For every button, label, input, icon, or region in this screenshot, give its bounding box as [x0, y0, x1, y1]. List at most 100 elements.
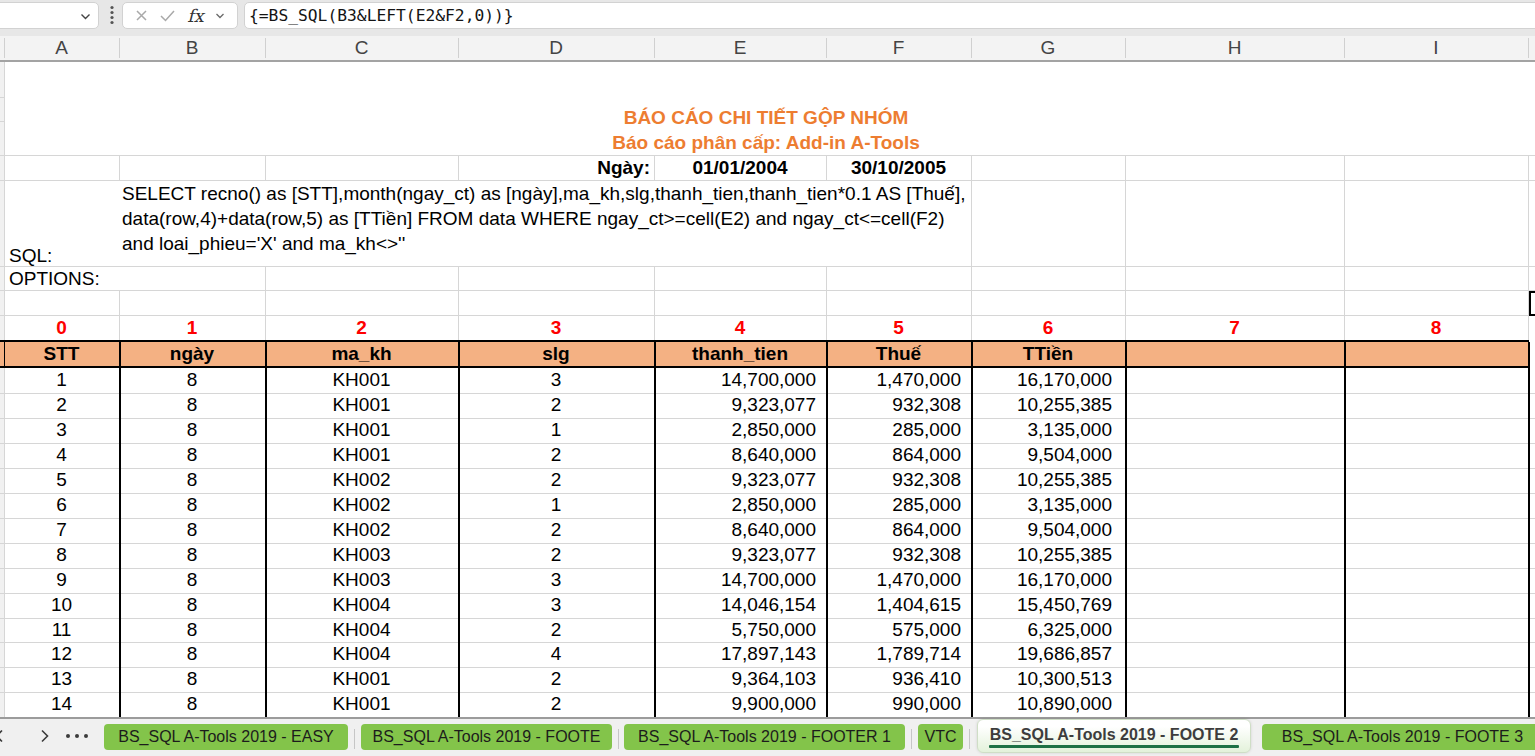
sheet-tab[interactable]: BS_SQL A-Tools 2019 - EASY: [104, 724, 348, 750]
table-cell[interactable]: 17,897,143: [654, 642, 816, 667]
table-cell[interactable]: 8: [119, 443, 265, 468]
sheet-area[interactable]: BÁO CÁO CHI TIẾT GỘP NHÓM Báo cáo phân c…: [0, 62, 1535, 717]
table-header-cell[interactable]: slg: [458, 342, 654, 366]
table-cell[interactable]: 8: [119, 418, 265, 443]
table-cell[interactable]: 1,470,000: [826, 368, 961, 393]
table-cell[interactable]: 8: [119, 493, 265, 518]
column-index-cell[interactable]: 1: [119, 315, 265, 340]
table-cell[interactable]: 864,000: [826, 518, 961, 543]
table-cell[interactable]: 14,700,000: [654, 568, 816, 593]
table-cell[interactable]: 9,323,077: [654, 393, 816, 418]
column-index-cell[interactable]: 3: [458, 315, 654, 340]
sheet-tab-active[interactable]: BS_SQL A-Tools 2019 - FOOTE 2: [977, 719, 1251, 753]
column-index-cell[interactable]: 6: [971, 315, 1125, 340]
table-cell[interactable]: 3: [458, 368, 654, 393]
table-cell[interactable]: 4: [4, 443, 119, 468]
table-cell[interactable]: KH001: [265, 418, 458, 443]
table-cell[interactable]: KH002: [265, 518, 458, 543]
table-header-cell[interactable]: ngày: [119, 342, 265, 366]
column-header-G[interactable]: G: [971, 36, 1125, 60]
table-cell[interactable]: 1: [458, 493, 654, 518]
column-index-cell[interactable]: 0: [4, 315, 119, 340]
prev-sheet-icon[interactable]: [0, 728, 8, 744]
table-cell[interactable]: 9,364,103: [654, 667, 816, 692]
table-cell[interactable]: 10,890,000: [971, 692, 1112, 717]
column-header-C[interactable]: C: [265, 36, 458, 60]
table-cell[interactable]: 6: [4, 493, 119, 518]
table-cell[interactable]: 1: [458, 418, 654, 443]
table-cell[interactable]: 12: [4, 642, 119, 667]
table-cell[interactable]: 3: [458, 568, 654, 593]
table-cell[interactable]: 2: [458, 543, 654, 568]
table-cell[interactable]: 990,000: [826, 692, 961, 717]
table-cell[interactable]: 2: [458, 443, 654, 468]
table-cell[interactable]: 14,700,000: [654, 368, 816, 393]
date-to-cell[interactable]: 30/10/2005: [826, 155, 971, 180]
report-subtitle[interactable]: Báo cáo phân cấp: Add-in A-Tools: [0, 134, 1532, 152]
name-box-chevron-icon[interactable]: [79, 10, 92, 23]
column-header-I[interactable]: I: [1344, 36, 1528, 60]
table-cell[interactable]: 3: [4, 418, 119, 443]
column-index-cell[interactable]: 5: [826, 315, 971, 340]
table-cell[interactable]: 864,000: [826, 443, 961, 468]
sheet-tab[interactable]: BS_SQL A-Tools 2019 - FOOTER 1: [624, 724, 905, 750]
table-cell[interactable]: 8: [119, 618, 265, 643]
table-cell[interactable]: KH004: [265, 642, 458, 667]
table-cell[interactable]: 8: [119, 468, 265, 493]
table-cell[interactable]: 14: [4, 692, 119, 717]
table-cell[interactable]: KH001: [265, 443, 458, 468]
date-from-cell[interactable]: 01/01/2004: [654, 155, 826, 180]
table-cell[interactable]: 19,686,857: [971, 642, 1112, 667]
table-cell[interactable]: 3: [458, 593, 654, 618]
table-header-cell[interactable]: STT: [4, 342, 119, 366]
table-cell[interactable]: 9,504,000: [971, 443, 1112, 468]
table-cell[interactable]: 285,000: [826, 418, 961, 443]
enter-icon[interactable]: [159, 8, 176, 23]
table-cell[interactable]: 7: [4, 518, 119, 543]
table-cell[interactable]: 15,450,769: [971, 593, 1112, 618]
column-header-H[interactable]: H: [1125, 36, 1344, 60]
active-cell-selection[interactable]: [1529, 291, 1535, 316]
all-sheets-icon[interactable]: [64, 732, 90, 740]
date-label-cell[interactable]: Ngày:: [458, 155, 650, 180]
table-cell[interactable]: 9,504,000: [971, 518, 1112, 543]
table-cell[interactable]: 8: [119, 593, 265, 618]
table-cell[interactable]: 1,470,000: [826, 568, 961, 593]
table-cell[interactable]: 8,640,000: [654, 443, 816, 468]
table-cell[interactable]: KH001: [265, 692, 458, 717]
table-cell[interactable]: 8: [119, 692, 265, 717]
table-cell[interactable]: 936,410: [826, 667, 961, 692]
table-cell[interactable]: 8: [119, 393, 265, 418]
sheet-tab[interactable]: BS_SQL A-Tools 2019 - FOOTE: [361, 724, 612, 750]
column-header-D[interactable]: D: [458, 36, 654, 60]
table-cell[interactable]: 932,308: [826, 393, 961, 418]
table-cell[interactable]: 2: [458, 393, 654, 418]
table-cell[interactable]: 3,135,000: [971, 493, 1112, 518]
table-cell[interactable]: 8: [119, 642, 265, 667]
table-cell[interactable]: 8: [119, 667, 265, 692]
table-cell[interactable]: 575,000: [826, 618, 961, 643]
table-cell[interactable]: 1: [4, 368, 119, 393]
table-cell[interactable]: 10: [4, 593, 119, 618]
table-cell[interactable]: 2,850,000: [654, 493, 816, 518]
table-cell[interactable]: 2: [458, 468, 654, 493]
table-cell[interactable]: 2: [4, 393, 119, 418]
table-cell[interactable]: 16,170,000: [971, 368, 1112, 393]
table-cell[interactable]: 13: [4, 667, 119, 692]
table-cell[interactable]: 9,900,000: [654, 692, 816, 717]
name-box[interactable]: [0, 2, 99, 29]
formula-bar-grip-icon[interactable]: [107, 5, 117, 25]
column-header-B[interactable]: B: [119, 36, 265, 60]
table-cell[interactable]: 16,170,000: [971, 568, 1112, 593]
column-header-A[interactable]: A: [4, 36, 119, 60]
table-header-cell[interactable]: thanh_tien: [654, 342, 826, 366]
sheet-tab[interactable]: VTC: [918, 724, 963, 750]
table-cell[interactable]: 9,323,077: [654, 543, 816, 568]
table-cell[interactable]: 9: [4, 568, 119, 593]
table-header-cell[interactable]: TTiền: [971, 342, 1125, 366]
table-cell[interactable]: 4: [458, 642, 654, 667]
table-cell[interactable]: 10,300,513: [971, 667, 1112, 692]
table-cell[interactable]: 8,640,000: [654, 518, 816, 543]
column-index-cell[interactable]: 7: [1125, 315, 1344, 340]
table-cell[interactable]: 10,255,385: [971, 393, 1112, 418]
